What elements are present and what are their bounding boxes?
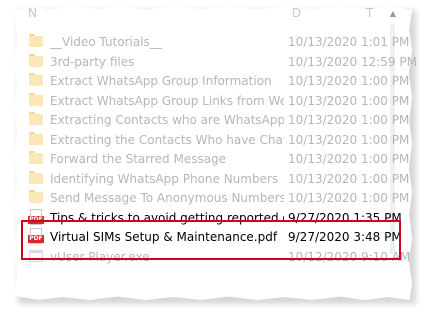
file-row[interactable]: Identifying WhatsApp Phone Numbers 10/13/… — [28, 169, 409, 189]
file-name: __Video Tutorials__ — [50, 35, 162, 49]
file-row[interactable]: Forward the Starred Message 10/13/2020 1:… — [28, 149, 409, 169]
file-date-modified: 10/13/2020 12:59 PM — [288, 55, 417, 69]
folder-body-shape — [29, 134, 43, 145]
file-name: Extract WhatsApp Group Links from Web... — [50, 94, 284, 108]
highlight-box — [21, 220, 401, 260]
folder-icon — [28, 92, 44, 108]
folder-body-shape — [29, 56, 43, 67]
folder-icon — [28, 111, 44, 127]
file-date-modified: 10/13/2020 1:00 PM — [288, 94, 410, 108]
file-row[interactable]: Extracting the Contacts Who have Chatte.… — [28, 130, 409, 150]
folder-icon — [28, 53, 44, 69]
screenshot-canvas: N D T ▲ __Video Tutorials__ 10/13/2020 1:… — [0, 0, 426, 312]
file-row[interactable]: __Video Tutorials__ 10/13/2020 1:01 PM — [28, 32, 409, 52]
file-name: Extracting the Contacts Who have Chatte.… — [50, 133, 284, 147]
folder-body-shape — [29, 173, 43, 184]
file-name: 3rd-party files — [50, 55, 135, 69]
folder-icon — [28, 72, 44, 88]
file-date-modified: 10/13/2020 1:00 PM — [288, 113, 410, 127]
file-date-modified: 10/13/2020 1:00 PM — [288, 172, 410, 186]
folder-icon — [28, 131, 44, 147]
file-row[interactable]: Extract WhatsApp Group Information 10/13/… — [28, 71, 409, 91]
folder-icon — [28, 170, 44, 186]
file-date-modified: 10/13/2020 1:00 PM — [288, 191, 410, 205]
folder-icon — [28, 150, 44, 166]
file-date-modified: 10/13/2020 1:00 PM — [288, 152, 410, 166]
file-row[interactable]: Send Message To Anonymous Numbers 10/13/2… — [28, 188, 409, 208]
file-date-modified: 10/13/2020 1:00 PM — [288, 133, 410, 147]
folder-body-shape — [29, 95, 43, 106]
file-name: Send Message To Anonymous Numbers — [50, 191, 284, 205]
folder-body-shape — [29, 75, 43, 86]
folder-body-shape — [29, 192, 43, 203]
file-name: Identifying WhatsApp Phone Numbers — [50, 172, 279, 186]
folder-body-shape — [29, 114, 43, 125]
folder-body-shape — [29, 153, 43, 164]
file-name: Extracting Contacts who are WhatsApp ... — [50, 113, 284, 127]
file-name: Forward the Starred Message — [50, 152, 227, 166]
folder-icon — [28, 189, 44, 205]
file-date-modified: 10/13/2020 1:01 PM — [288, 35, 410, 49]
file-row[interactable]: Extracting Contacts who are WhatsApp ...… — [28, 110, 409, 130]
file-list: __Video Tutorials__ 10/13/2020 1:01 PM 3rd… — [0, 0, 426, 312]
file-date-modified: 10/13/2020 1:00 PM — [288, 74, 410, 88]
file-row[interactable]: Extract WhatsApp Group Links from Web...… — [28, 91, 409, 111]
file-row[interactable]: 3rd-party files 10/13/2020 12:59 PM — [28, 52, 417, 72]
file-name: Extract WhatsApp Group Information — [50, 74, 272, 88]
folder-body-shape — [29, 36, 43, 47]
folder-icon — [28, 33, 44, 49]
